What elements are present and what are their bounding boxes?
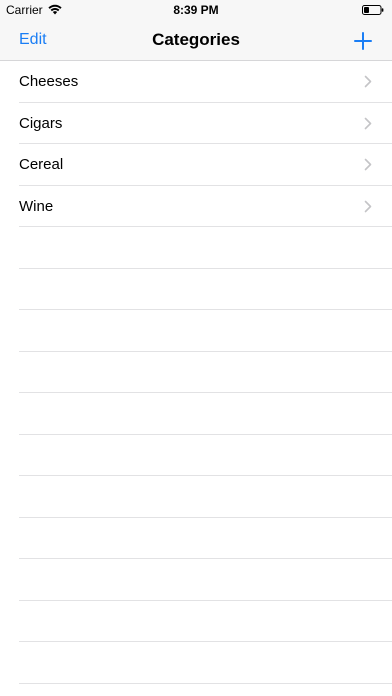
battery-icon xyxy=(362,5,384,15)
status-bar: Carrier 8:39 PM xyxy=(0,0,392,20)
list-item-cereal[interactable]: Cereal xyxy=(0,144,392,186)
empty-row xyxy=(0,352,392,394)
empty-row xyxy=(0,393,392,435)
empty-row xyxy=(0,559,392,601)
list-item-cheeses[interactable]: Cheeses xyxy=(0,61,392,103)
list-item-wine[interactable]: Wine xyxy=(0,186,392,228)
screen: Carrier 8:39 PM Edit Categories Cheeses xyxy=(0,0,392,696)
empty-row xyxy=(0,601,392,643)
navigation-bar: Edit Categories xyxy=(0,20,392,61)
chevron-right-icon xyxy=(364,158,372,171)
list-item-label: Cereal xyxy=(19,156,64,173)
list-item-label: Wine xyxy=(19,197,54,215)
plus-icon[interactable] xyxy=(354,32,372,50)
empty-row xyxy=(0,642,392,684)
chevron-right-icon xyxy=(364,117,372,129)
empty-row xyxy=(0,269,392,311)
list-item-label: Cheeses xyxy=(19,73,79,90)
empty-row xyxy=(0,227,392,269)
status-time: 8:39 PM xyxy=(173,3,219,17)
list-item-label: Cigars xyxy=(19,114,63,132)
list-item-cigars[interactable]: Cigars xyxy=(0,103,392,145)
empty-row xyxy=(0,310,392,352)
empty-row xyxy=(0,518,392,560)
empty-row xyxy=(0,476,392,518)
categories-list: Cheeses Cigars Cereal Wine xyxy=(0,61,392,696)
chevron-right-icon xyxy=(364,75,372,88)
page-title: Categories xyxy=(152,30,240,49)
chevron-right-icon xyxy=(364,200,372,212)
empty-row xyxy=(0,435,392,477)
